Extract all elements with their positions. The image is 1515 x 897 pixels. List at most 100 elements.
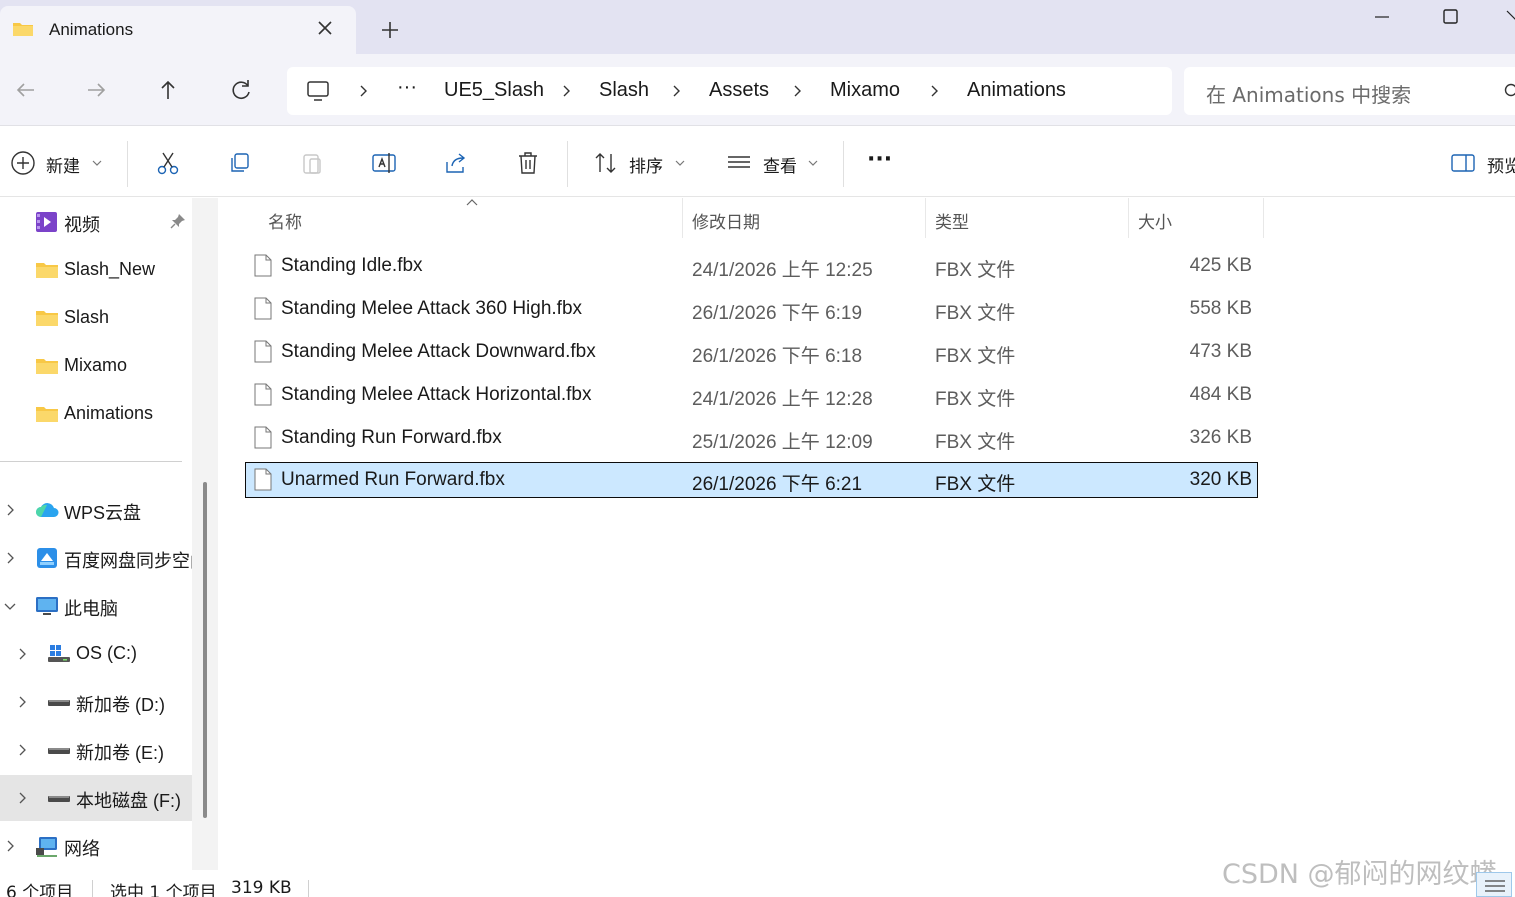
column-header-label: 大小: [1138, 213, 1172, 233]
share-icon[interactable]: [443, 150, 469, 176]
monitor-icon[interactable]: [305, 79, 331, 103]
file-row[interactable]: Standing Melee Attack Horizontal.fbx 24/…: [245, 377, 1258, 413]
window-close-icon[interactable]: [1495, 0, 1515, 34]
column-header-name[interactable]: 名称: [258, 198, 682, 238]
file-row-selected[interactable]: Unarmed Run Forward.fbx 26/1/2026 下午 6:2…: [245, 462, 1258, 498]
sidebar-item-animations[interactable]: Animations: [0, 391, 192, 437]
network-icon: [36, 837, 57, 857]
sidebar-item-baidu-netdisk[interactable]: 百度网盘同步空间: [0, 535, 192, 581]
chevron-down-icon[interactable]: [808, 159, 818, 167]
chevron-right-icon[interactable]: [4, 504, 16, 516]
chevron-right-icon[interactable]: [357, 84, 371, 98]
chevron-right-icon[interactable]: [4, 840, 16, 852]
sidebar-item-videos[interactable]: 视频: [0, 199, 192, 245]
file-size: 484 KB: [1189, 384, 1252, 405]
computer-icon: [36, 597, 58, 615]
sidebar-item-slash[interactable]: Slash: [0, 295, 192, 341]
file-list: 名称 修改日期 类型 大小 Standing Idle.fbx 24/1/202…: [218, 198, 1515, 870]
sidebar-item-this-pc[interactable]: 此电脑: [0, 583, 192, 629]
sidebar-item-wps-cloud[interactable]: WPS云盘: [0, 487, 192, 533]
file-name: Standing Idle.fbx: [281, 255, 423, 276]
sidebar-item-network[interactable]: 网络: [0, 823, 192, 869]
up-arrow-icon[interactable]: [152, 74, 184, 106]
rename-icon[interactable]: [371, 150, 397, 176]
chevron-right-icon[interactable]: [16, 648, 28, 660]
sort-button[interactable]: 排序: [629, 152, 663, 177]
file-row[interactable]: Standing Run Forward.fbx 25/1/2026 上午 12…: [245, 420, 1258, 456]
file-row[interactable]: Standing Melee Attack Downward.fbx 26/1/…: [245, 334, 1258, 370]
sidebar-item-label: 百度网盘同步空间: [64, 551, 192, 571]
address-bar[interactable]: ··· UE5_Slash Slash Assets Mixamo Animat…: [287, 67, 1172, 115]
sidebar-divider: [0, 461, 182, 462]
sidebar-item-drive-d[interactable]: 新加卷 (D:): [0, 679, 192, 725]
preview-button[interactable]: 预览: [1487, 152, 1515, 177]
file-size: 558 KB: [1189, 298, 1252, 319]
file-icon: [254, 297, 272, 320]
new-button[interactable]: 新建: [46, 152, 80, 177]
breadcrumb-mixamo[interactable]: Mixamo: [830, 79, 900, 102]
column-header-modified[interactable]: 修改日期: [682, 198, 925, 238]
search-icon[interactable]: [1502, 83, 1515, 99]
video-folder-icon: [36, 212, 57, 232]
sidebar-scrollbar-thumb[interactable]: [203, 482, 207, 818]
sidebar-item-slash-new[interactable]: Slash_New: [0, 247, 192, 293]
chevron-down-icon[interactable]: [675, 159, 685, 167]
cut-icon[interactable]: [155, 150, 181, 176]
view-icon[interactable]: [726, 150, 752, 176]
sort-icon[interactable]: [593, 150, 619, 176]
breadcrumb-animations[interactable]: Animations: [967, 79, 1066, 102]
sidebar-item-drive-c[interactable]: OS (C:): [0, 631, 192, 677]
tab-animations[interactable]: Animations: [0, 6, 356, 54]
chevron-right-icon[interactable]: [670, 84, 684, 98]
chevron-right-icon[interactable]: [791, 84, 805, 98]
folder-icon: [36, 263, 58, 278]
chevron-right-icon[interactable]: [16, 696, 28, 708]
column-header-size[interactable]: 大小: [1128, 198, 1263, 238]
plus-icon[interactable]: [378, 18, 402, 42]
sidebar-item-drive-f[interactable]: 本地磁盘 (F:): [0, 775, 192, 821]
breadcrumb-ue5-slash[interactable]: UE5_Slash: [444, 79, 544, 102]
copy-icon[interactable]: [227, 150, 253, 176]
details-pane-icon[interactable]: [1450, 150, 1476, 176]
more-options-button[interactable]: ···: [867, 147, 892, 172]
new-icon[interactable]: [10, 150, 36, 176]
paste-icon[interactable]: [299, 150, 325, 176]
chevron-down-icon[interactable]: [4, 600, 16, 612]
chevron-right-icon[interactable]: [16, 792, 28, 804]
search-box[interactable]: 在 Animations 中搜索: [1184, 67, 1515, 115]
minimize-icon[interactable]: [1352, 0, 1412, 34]
forward-arrow-icon[interactable]: [80, 74, 112, 106]
breadcrumb-assets[interactable]: Assets: [709, 79, 769, 102]
sidebar-item-drive-e[interactable]: 新加卷 (E:): [0, 727, 192, 773]
chevron-down-icon[interactable]: [92, 159, 102, 167]
file-name: Standing Melee Attack 360 High.fbx: [281, 298, 583, 319]
file-row[interactable]: Standing Idle.fbx 24/1/2026 上午 12:25 FBX…: [245, 248, 1258, 284]
delete-icon[interactable]: [515, 150, 541, 176]
file-row[interactable]: Standing Melee Attack 360 High.fbx 26/1/…: [245, 291, 1258, 327]
selection-size: 319 KB: [231, 878, 292, 897]
pin-icon[interactable]: [170, 213, 186, 229]
view-button[interactable]: 查看: [763, 152, 797, 177]
back-arrow-icon[interactable]: [10, 74, 42, 106]
chevron-right-icon[interactable]: [560, 84, 574, 98]
details-view-toggle[interactable]: [1476, 872, 1512, 897]
column-header-type[interactable]: 类型: [925, 198, 1128, 238]
breadcrumb-overflow[interactable]: ···: [397, 76, 417, 99]
breadcrumb-slash[interactable]: Slash: [599, 79, 649, 102]
close-icon[interactable]: [314, 17, 336, 39]
navigation-pane: 视频 Slash_New Slash Mixamo Animations WPS…: [0, 198, 192, 870]
chevron-right-icon[interactable]: [928, 84, 942, 98]
chevron-right-icon[interactable]: [16, 744, 28, 756]
status-divider: [92, 880, 93, 897]
column-header-label: 类型: [935, 213, 969, 233]
chevron-right-icon[interactable]: [4, 552, 16, 564]
sidebar-item-mixamo[interactable]: Mixamo: [0, 343, 192, 389]
folder-icon: [36, 407, 58, 422]
maximize-icon[interactable]: [1420, 0, 1480, 34]
file-icon: [254, 468, 272, 491]
sidebar-item-label: WPS云盘: [64, 503, 142, 523]
file-type: FBX 文件: [935, 346, 1016, 367]
column-separator[interactable]: [1263, 198, 1264, 238]
details-view-icon: [1485, 880, 1505, 892]
refresh-icon[interactable]: [225, 74, 257, 106]
